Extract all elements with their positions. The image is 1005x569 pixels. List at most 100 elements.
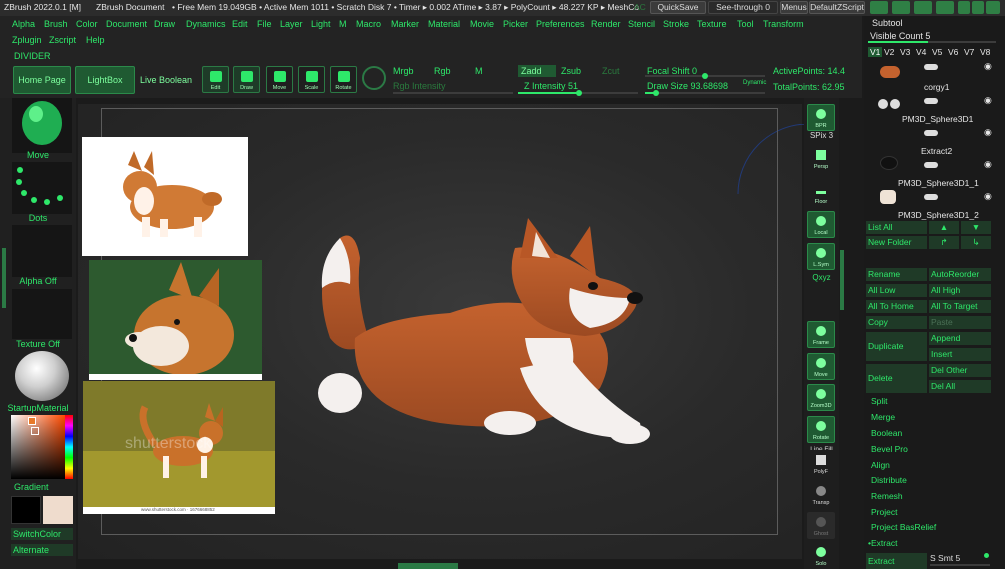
- all-to-target-button[interactable]: All To Target: [929, 300, 991, 313]
- insert-button[interactable]: Insert: [929, 348, 991, 361]
- boolean-menu[interactable]: Boolean: [871, 428, 902, 438]
- sphere3d1-1-visibility-toggle[interactable]: [924, 162, 938, 168]
- del-all-button[interactable]: Del All: [929, 380, 991, 393]
- minimize-icon[interactable]: [958, 1, 970, 14]
- help-icon[interactable]: [870, 1, 888, 14]
- version-tab-v4[interactable]: V4: [916, 47, 926, 57]
- menu-draw[interactable]: Draw: [154, 19, 175, 29]
- subtool-item-sphere3d1-1[interactable]: ◉ PM3D_Sphere3D1_1: [866, 156, 996, 188]
- version-tab-v2[interactable]: V2: [884, 47, 894, 57]
- menu-transform[interactable]: Transform: [763, 19, 804, 29]
- home-page-button[interactable]: Home Page: [13, 66, 71, 94]
- menu-stencil[interactable]: Stencil: [628, 19, 655, 29]
- live-boolean-button[interactable]: Live Boolean: [140, 75, 192, 85]
- split-menu[interactable]: Split: [871, 396, 888, 406]
- see-through-slider[interactable]: See-through 0: [708, 1, 778, 14]
- default-zscript-button[interactable]: DefaultZScript: [809, 1, 865, 14]
- menu-zscript[interactable]: Zscript: [49, 35, 76, 45]
- move-down-icon[interactable]: ↳: [961, 236, 991, 249]
- all-to-home-button[interactable]: All To Home: [866, 300, 927, 313]
- version-tab-v7[interactable]: V7: [964, 47, 974, 57]
- lsym-button[interactable]: L.Sym: [807, 243, 835, 270]
- menu-dynamics[interactable]: Dynamics: [186, 19, 226, 29]
- right-tray-handle[interactable]: [840, 250, 844, 310]
- menu-brush[interactable]: Brush: [44, 19, 68, 29]
- list-all-button[interactable]: List All: [866, 221, 927, 234]
- menu-picker[interactable]: Picker: [503, 19, 528, 29]
- subtool-item-corgy1[interactable]: ◉ corgy1: [866, 60, 996, 92]
- paste-button[interactable]: Paste: [929, 316, 991, 329]
- rename-button[interactable]: Rename: [866, 268, 927, 281]
- reference-image-2[interactable]: [89, 260, 262, 380]
- menu-light[interactable]: Light: [311, 19, 331, 29]
- version-tab-v3[interactable]: V3: [900, 47, 910, 57]
- eye-icon[interactable]: ◉: [984, 127, 992, 138]
- eye-icon[interactable]: ◉: [984, 159, 992, 170]
- extract2-visibility-toggle[interactable]: [924, 130, 938, 136]
- version-tab-v6[interactable]: V6: [948, 47, 958, 57]
- project-menu[interactable]: Project: [871, 507, 897, 517]
- alpha-thumbnail[interactable]: [12, 225, 72, 277]
- zsub-button[interactable]: Zsub: [561, 66, 581, 76]
- s-smt-slider[interactable]: S Smt 5: [930, 553, 960, 563]
- menu-tool[interactable]: Tool: [737, 19, 754, 29]
- corgi-3d-model[interactable]: [300, 218, 660, 458]
- z-intensity-slider[interactable]: Z Intensity 51: [524, 81, 578, 91]
- move-view-button[interactable]: Move: [807, 353, 835, 380]
- del-other-button[interactable]: Del Other: [929, 364, 991, 377]
- bottom-tray-handle[interactable]: [398, 563, 458, 569]
- menu-macro[interactable]: Macro: [356, 19, 381, 29]
- align-menu[interactable]: Align: [871, 460, 890, 470]
- scale-mode-button[interactable]: Scale: [298, 66, 325, 93]
- subtool-item-extract2[interactable]: ◉ Extract2: [866, 124, 996, 156]
- transp-button[interactable]: Transp: [807, 481, 835, 508]
- arrow-down-button[interactable]: ▼: [961, 221, 991, 234]
- brush-thumbnail[interactable]: [12, 98, 72, 153]
- version-tab-v1[interactable]: V1: [868, 47, 883, 57]
- delete-button[interactable]: Delete: [866, 364, 927, 393]
- menu-movie[interactable]: Movie: [470, 19, 494, 29]
- subtool-item-sphere3d1[interactable]: ◉ PM3D_Sphere3D1: [866, 92, 996, 124]
- alternate-button[interactable]: Alternate: [11, 544, 73, 556]
- solo-button[interactable]: Solo: [807, 542, 835, 569]
- menu-stroke[interactable]: Stroke: [663, 19, 689, 29]
- auto-reorder-button[interactable]: AutoReorder: [929, 268, 991, 281]
- draw-mode-button[interactable]: Draw: [233, 66, 260, 93]
- menu-marker[interactable]: Marker: [391, 19, 419, 29]
- merge-menu[interactable]: Merge: [871, 412, 895, 422]
- texture-thumbnail[interactable]: [12, 289, 72, 339]
- color-hue-cursor[interactable]: [28, 417, 36, 425]
- draw-size-knob[interactable]: [653, 90, 659, 96]
- version-tab-v5[interactable]: V5: [932, 47, 942, 57]
- local-button[interactable]: Local: [807, 211, 835, 238]
- menu-file[interactable]: File: [257, 19, 272, 29]
- ghost-button[interactable]: Ghost: [807, 512, 835, 539]
- gizmo-icon[interactable]: [362, 66, 386, 90]
- maximize-icon[interactable]: [972, 1, 984, 14]
- menu-color[interactable]: Color: [76, 19, 98, 29]
- version-tab-v8[interactable]: V8: [980, 47, 990, 57]
- swatch-icon[interactable]: [914, 1, 932, 14]
- subtool-item-sphere3d1-2[interactable]: ◉ PM3D_Sphere3D1_2: [866, 188, 996, 220]
- persp-button[interactable]: Persp: [807, 145, 835, 172]
- bevel-pro-menu[interactable]: Bevel Pro: [871, 444, 908, 454]
- m-button[interactable]: M: [475, 66, 483, 76]
- move-mode-button[interactable]: Move: [266, 66, 293, 93]
- menu-alpha[interactable]: Alpha: [12, 19, 35, 29]
- all-high-button[interactable]: All High: [929, 284, 991, 297]
- xyz-button[interactable]: Qxyz: [804, 273, 839, 282]
- menu-render[interactable]: Render: [591, 19, 621, 29]
- menu-m[interactable]: M: [339, 19, 347, 29]
- close-icon[interactable]: [986, 1, 1000, 14]
- extract-button[interactable]: Extract: [866, 553, 927, 569]
- s-smt-knob[interactable]: [984, 553, 989, 558]
- edit-mode-button[interactable]: Edit: [202, 66, 229, 93]
- visible-count-slider[interactable]: Visible Count 5: [870, 31, 930, 41]
- switch-color-button[interactable]: SwitchColor: [11, 528, 73, 540]
- move-up-icon[interactable]: ↱: [929, 236, 959, 249]
- menu-material[interactable]: Material: [428, 19, 460, 29]
- project-basrelief-menu[interactable]: Project BasRelief: [871, 522, 936, 532]
- eye-icon[interactable]: ◉: [984, 191, 992, 202]
- rotate-view-button[interactable]: Rotate: [807, 416, 835, 443]
- all-low-button[interactable]: All Low: [866, 284, 927, 297]
